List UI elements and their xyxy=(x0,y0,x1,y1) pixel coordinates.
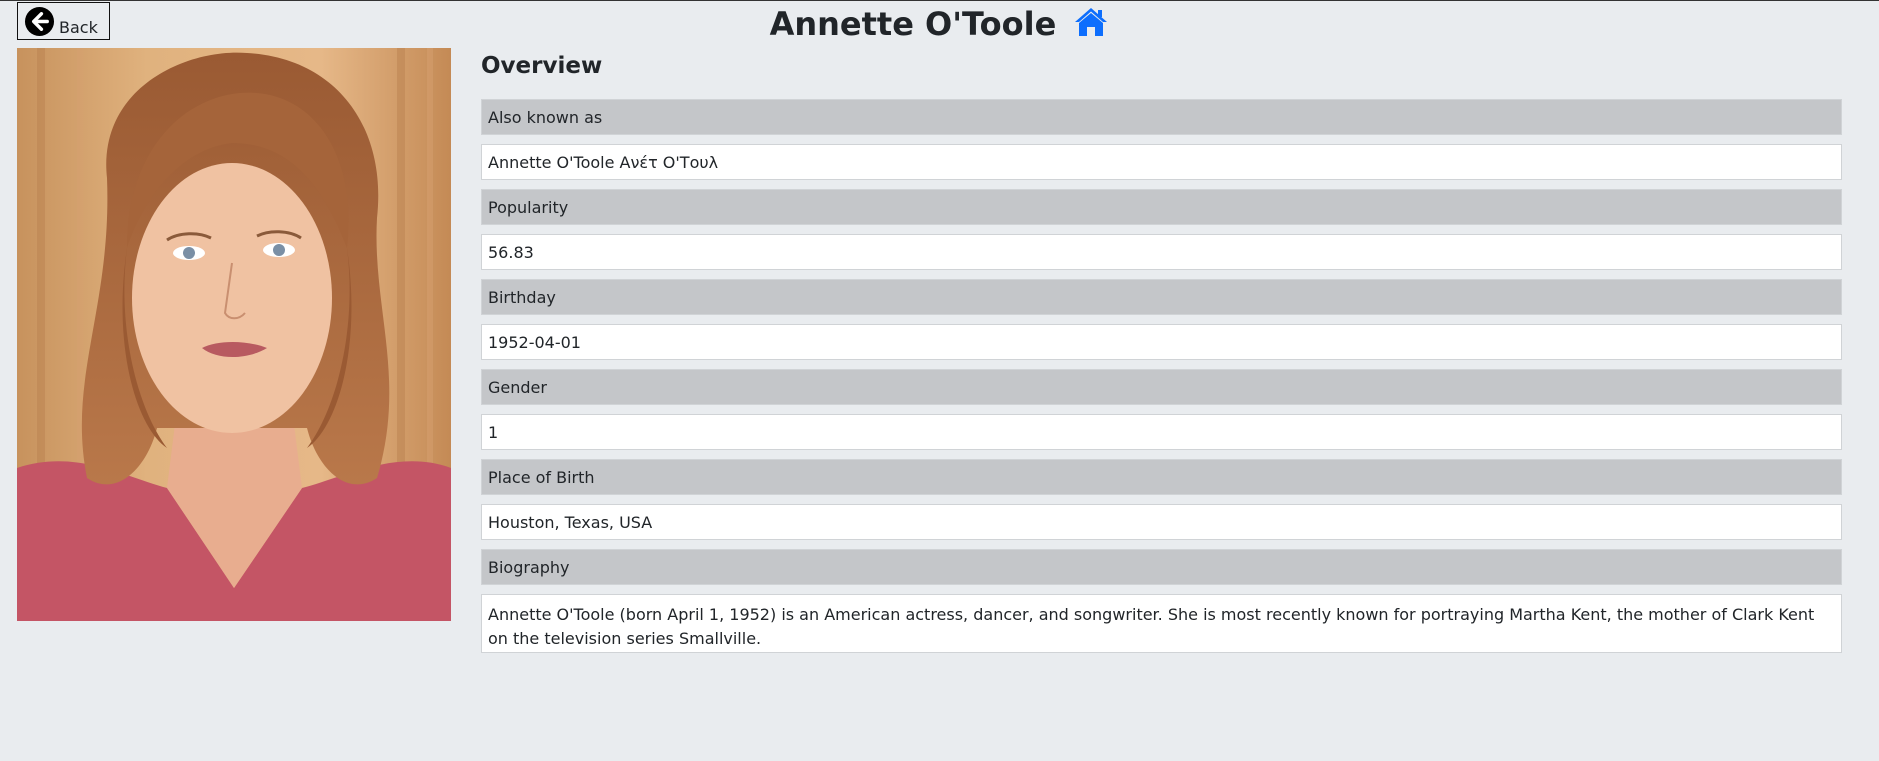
biography-label: Biography xyxy=(481,549,1842,585)
page-title: Annette O'Toole xyxy=(769,5,1057,43)
place-of-birth-label: Place of Birth xyxy=(481,459,1842,495)
biography-value: Annette O'Toole (born April 1, 1952) is … xyxy=(481,594,1842,653)
popularity-label: Popularity xyxy=(481,189,1842,225)
birthday-label: Birthday xyxy=(481,279,1842,315)
gender-label: Gender xyxy=(481,369,1842,405)
page-header: Annette O'Toole xyxy=(0,5,1879,43)
profile-photo xyxy=(17,48,451,621)
also-known-as-label: Also known as xyxy=(481,99,1842,135)
place-of-birth-value: Houston, Texas, USA xyxy=(481,504,1842,540)
gender-value: 1 xyxy=(481,414,1842,450)
overview-details: Also known as Annette O'Toole Ανέτ Ο'Του… xyxy=(481,99,1842,662)
home-icon[interactable] xyxy=(1073,6,1109,38)
also-known-as-value: Annette O'Toole Ανέτ Ο'Τουλ xyxy=(481,144,1842,180)
overview-heading: Overview xyxy=(481,53,603,79)
popularity-value: 56.83 xyxy=(481,234,1842,270)
birthday-value: 1952-04-01 xyxy=(481,324,1842,360)
